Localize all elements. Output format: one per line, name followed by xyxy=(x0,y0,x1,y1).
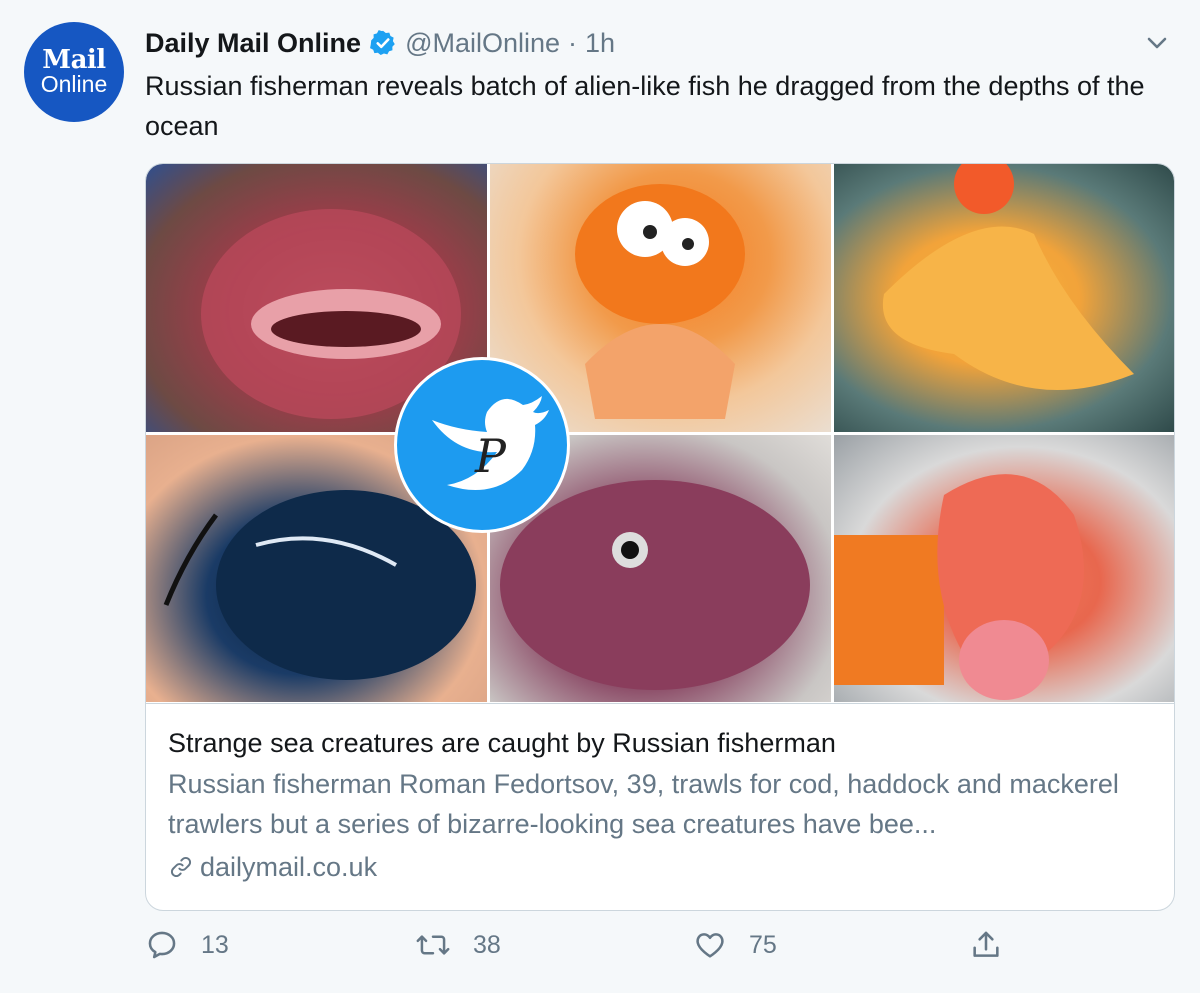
user-handle[interactable]: @MailOnline xyxy=(405,28,560,59)
heart-icon xyxy=(696,933,724,958)
share-button[interactable] xyxy=(969,928,1003,962)
tweet-text: Russian fisherman reveals batch of alien… xyxy=(145,71,1145,141)
verified-badge-icon xyxy=(369,29,397,57)
card-body[interactable]: Strange sea creatures are caught by Russ… xyxy=(146,703,1174,910)
share-icon xyxy=(973,931,999,957)
card-title[interactable]: Strange sea creatures are caught by Russ… xyxy=(168,724,836,762)
reply-button[interactable]: 13 xyxy=(145,928,229,962)
avatar-logo-text-bottom: Online xyxy=(40,71,108,97)
card-image-collage[interactable]: P xyxy=(146,164,1174,702)
display-name[interactable]: Daily Mail Online xyxy=(145,28,361,59)
twitter-bird-watermark-icon: P xyxy=(394,357,570,533)
card-description: Russian fisherman Roman Fedortsov, 39, t… xyxy=(168,769,1119,839)
chevron-down-icon[interactable] xyxy=(1142,28,1172,58)
svg-text:P: P xyxy=(474,429,507,483)
reply-icon xyxy=(148,931,176,959)
retweet-button[interactable]: 38 xyxy=(415,928,501,962)
card-link[interactable]: dailymail.co.uk xyxy=(168,848,377,886)
tweet-header: Daily Mail Online @MailOnline · 1h xyxy=(145,24,615,62)
timestamp[interactable]: 1h xyxy=(585,28,615,59)
fish-photo-3 xyxy=(834,164,1174,432)
reply-count: 13 xyxy=(201,930,229,959)
link-icon xyxy=(170,856,192,878)
fish-photo-6 xyxy=(834,435,1174,702)
retweet-count: 38 xyxy=(473,930,501,959)
avatar[interactable]: Mail Online xyxy=(24,22,124,122)
card-link-domain[interactable]: dailymail.co.uk xyxy=(200,848,377,886)
tweet[interactable]: Mail Online Daily Mail Online @MailOnlin… xyxy=(0,0,1200,993)
retweet-icon xyxy=(416,935,450,955)
like-count: 75 xyxy=(749,930,777,959)
tweet-actions: 13 38 75 xyxy=(145,928,1015,972)
avatar-logo-text-top: Mail xyxy=(42,45,106,75)
separator-dot: · xyxy=(568,27,578,58)
link-card[interactable]: P Strange sea creatures are caught by Ru… xyxy=(145,163,1175,911)
like-button[interactable]: 75 xyxy=(693,928,777,962)
